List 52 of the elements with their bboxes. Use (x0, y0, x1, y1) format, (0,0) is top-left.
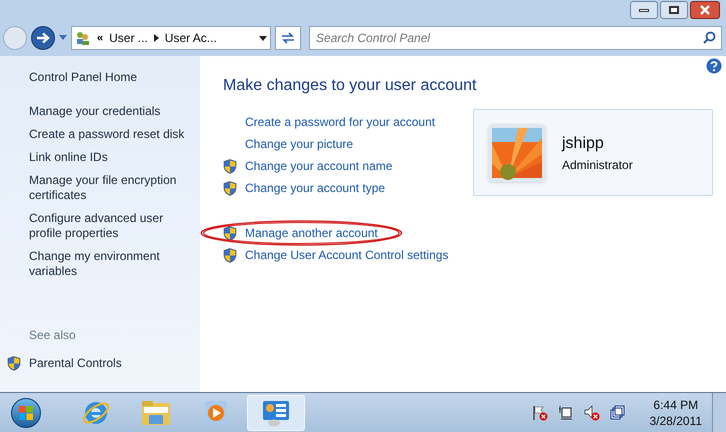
chevrons-icon: « (97, 30, 104, 46)
shield-icon (223, 248, 237, 263)
speaker-muted-icon[interactable] (584, 404, 600, 420)
sidebar-link[interactable]: Change my environment variables (29, 249, 194, 279)
sidebar-link[interactable]: Create a password reset disk (29, 127, 194, 142)
help-icon[interactable] (706, 58, 722, 74)
sidebar-link[interactable]: Configure advanced user profile properties (29, 211, 194, 241)
refresh-button[interactable] (275, 26, 301, 50)
sidebar-link[interactable]: Manage your credentials (29, 104, 194, 119)
breadcrumb[interactable]: User ... (109, 29, 148, 47)
forward-button[interactable] (31, 26, 55, 50)
address-bar[interactable]: « User ... User Ac... (71, 26, 271, 50)
sidebar-link[interactable]: Link online IDs (29, 150, 194, 165)
media-player-icon (202, 398, 230, 426)
account-name: jshipp (562, 134, 605, 154)
start-button[interactable] (11, 398, 41, 428)
search-icon (703, 31, 716, 44)
close-icon (700, 5, 710, 15)
clock-date: 3/28/2011 (650, 412, 702, 428)
task-link[interactable]: Create a password for your account (245, 115, 436, 130)
arrow-right-icon (36, 32, 50, 44)
minimize-button[interactable] (630, 1, 658, 19)
refresh-icon (280, 31, 296, 45)
sidebar-link[interactable]: Control Panel Home (29, 70, 194, 85)
clock-time: 6:44 PM (653, 396, 698, 412)
users-icon (75, 30, 91, 46)
breadcrumb-arrow-icon (154, 34, 159, 42)
search-field[interactable]: Search Control Panel (309, 26, 722, 50)
close-button[interactable] (690, 1, 720, 19)
shield-icon (7, 356, 21, 370)
windows-stacked-icon[interactable] (610, 404, 626, 420)
account-role: Administrator (562, 156, 633, 174)
breadcrumb[interactable]: User Ac... (164, 29, 217, 47)
sidebar-link[interactable]: Parental Controls (29, 354, 122, 372)
taskbar-app[interactable] (247, 394, 305, 430)
page-heading: Make changes to your user account (223, 76, 478, 96)
network-icon[interactable] (558, 404, 574, 420)
clock[interactable]: 6:44 PM 3/28/2011 (650, 396, 702, 428)
see-also-label: See also (29, 327, 77, 344)
shield-icon (223, 159, 237, 174)
flag-error-icon[interactable] (532, 404, 548, 420)
task-link[interactable]: Change your account type (245, 181, 386, 196)
shield-icon (223, 181, 237, 196)
task-link[interactable]: Change your account name (245, 159, 392, 174)
dropdown-caret-icon[interactable] (259, 36, 267, 40)
restore-button[interactable] (660, 1, 688, 19)
windows-logo-icon (18, 404, 34, 420)
task-link[interactable]: Change User Account Control settings (245, 248, 448, 263)
shield-icon (223, 226, 237, 241)
task-link[interactable]: Change your picture (245, 137, 354, 152)
sidebar-link[interactable]: Manage your file encryption certificates (29, 173, 194, 203)
folder-icon (141, 398, 171, 426)
